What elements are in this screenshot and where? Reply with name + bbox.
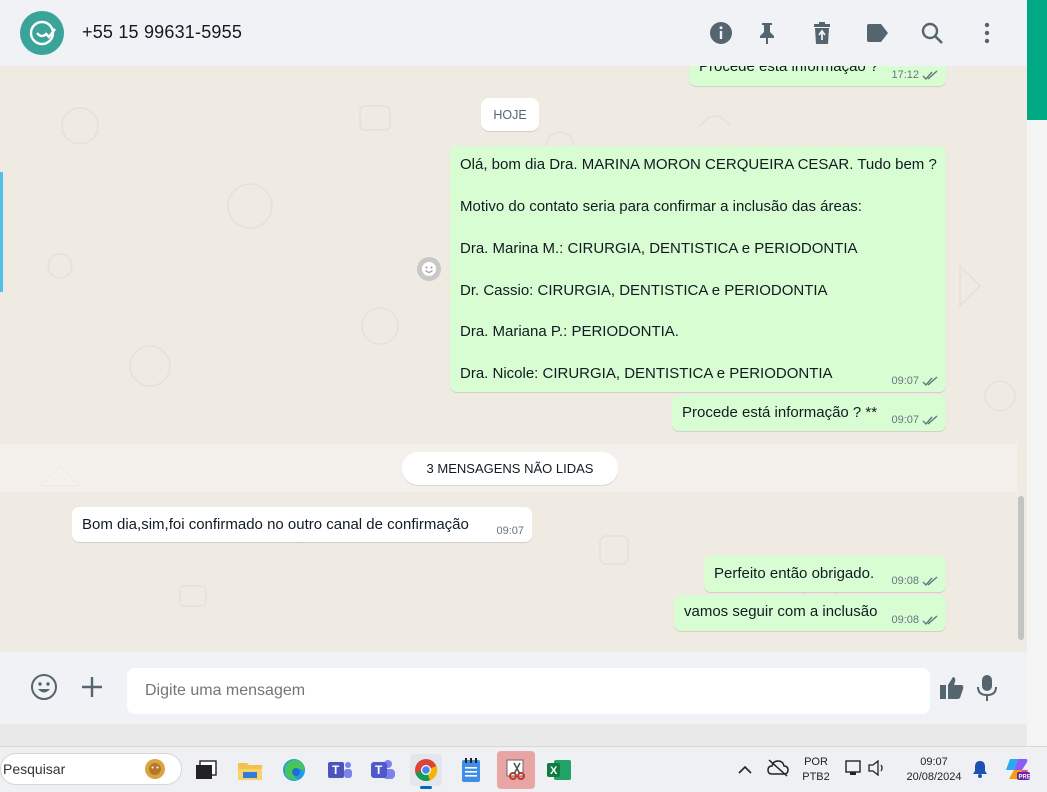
message-bubble-procede[interactable]: Procede está informação ? ** 09:07 — [672, 395, 946, 431]
snipping-tool-icon[interactable] — [497, 751, 535, 789]
chat-header: +55 15 99631-5955 — [0, 0, 1027, 66]
message-bubble-vamos[interactable]: vamos seguir com a inclusão 09:08 — [674, 595, 946, 631]
double-check-icon — [922, 575, 938, 586]
message-time: 09:07 — [891, 375, 919, 387]
clock-time: 09:07 — [920, 756, 948, 768]
chrome-icon[interactable] — [410, 754, 442, 789]
lang-line-1: POR — [804, 756, 828, 768]
clock[interactable]: 09:07 20/08/2024 — [896, 755, 972, 785]
notification-bell-icon[interactable] — [972, 760, 988, 783]
emoji-icon[interactable] — [30, 673, 58, 701]
message-text: Procede está informação ? — [699, 66, 879, 75]
message-text: vamos seguir com a inclusão — [684, 603, 878, 620]
windows-taskbar: Pesquisar T T X POR PTB2 09:07 20/08/202… — [0, 746, 1047, 792]
double-check-icon — [922, 69, 938, 80]
teams-new-icon[interactable]: T — [367, 754, 399, 786]
svg-text:X: X — [550, 765, 558, 777]
svg-text:PRE: PRE — [1019, 775, 1031, 781]
file-explorer-icon[interactable] — [234, 754, 266, 786]
message-text: Procede está informação ? ** — [682, 404, 878, 421]
active-app-indicator — [420, 786, 432, 789]
react-emoji-icon[interactable] — [417, 257, 441, 281]
label-icon[interactable] — [864, 20, 890, 46]
message-line-1: Olá, bom dia Dra. MARINA MORON CERQUEIRA… — [460, 156, 937, 173]
message-bubble-incoming[interactable]: Bom dia,sim,foi confirmado no outro cana… — [72, 507, 532, 542]
chat-area[interactable]: Procede está informação ? 17:12 HOJE Olá… — [0, 66, 1027, 652]
message-meta: 17:12 — [891, 69, 938, 81]
message-text: Perfeito então obrigado. — [714, 565, 875, 582]
task-view-icon[interactable] — [190, 754, 222, 786]
message-time: 09:08 — [891, 575, 919, 587]
whatsapp-window: +55 15 99631-5955 Procede está informaçã… — [0, 0, 1027, 724]
svg-text:T: T — [332, 763, 340, 777]
message-meta: 09:08 — [891, 575, 938, 587]
message-time: 09:07 — [496, 525, 524, 537]
thumbs-up-icon[interactable] — [938, 674, 966, 702]
message-bubble-long[interactable]: Olá, bom dia Dra. MARINA MORON CERQUEIRA… — [450, 146, 946, 392]
right-gutter — [1027, 120, 1047, 746]
message-line-6: Dra. Nicole: CIRURGIA, DENTISTICA e PERI… — [460, 365, 833, 382]
search-icon[interactable] — [919, 20, 945, 46]
message-line-5: Dra. Mariana P.: PERIODONTIA. — [460, 323, 679, 340]
attach-plus-icon[interactable] — [80, 675, 104, 699]
message-meta: 09:07 — [891, 375, 938, 387]
notepad-icon[interactable] — [455, 754, 487, 786]
message-bubble-previous[interactable]: Procede está informação ? 17:12 — [689, 66, 946, 86]
network-icon[interactable] — [844, 759, 862, 782]
pin-icon[interactable] — [754, 20, 780, 46]
contact-avatar[interactable] — [20, 11, 64, 55]
teams-icon[interactable]: T — [324, 754, 356, 786]
message-meta: 09:07 — [891, 414, 938, 426]
volume-icon[interactable] — [868, 759, 886, 781]
clock-date: 20/08/2024 — [906, 771, 962, 783]
double-check-icon — [922, 375, 938, 386]
taskbar-search-placeholder: Pesquisar — [3, 761, 66, 777]
search-highlight-icon — [142, 757, 168, 784]
edge-browser-icon[interactable] — [278, 754, 310, 786]
message-input[interactable] — [127, 668, 930, 714]
message-line-2: Motivo do contato seria para confirmar a… — [460, 198, 862, 215]
microphone-icon[interactable] — [976, 674, 998, 702]
double-check-icon — [922, 614, 938, 625]
side-accent-strip — [1027, 0, 1047, 120]
message-composer — [0, 652, 1027, 724]
message-line-3: Dra. Marina M.: CIRURGIA, DENTISTICA e P… — [460, 240, 858, 257]
lang-line-2: PTB2 — [802, 771, 830, 783]
copilot-icon[interactable]: PRE — [1004, 756, 1031, 787]
message-time: 09:08 — [891, 614, 919, 626]
message-bubble-perfeito[interactable]: Perfeito então obrigado. 09:08 — [704, 556, 946, 592]
message-meta: 09:08 — [891, 614, 938, 626]
chat-scrollbar-thumb[interactable] — [1018, 496, 1024, 640]
message-line-4: Dr. Cassio: CIRURGIA, DENTISTICA e PERIO… — [460, 282, 828, 299]
avatar-logo-icon — [29, 20, 56, 46]
date-chip: HOJE — [481, 98, 539, 131]
svg-text:T: T — [375, 763, 383, 777]
cloud-offline-icon[interactable] — [767, 759, 789, 782]
unread-messages-chip: 3 MENSAGENS NÃO LIDAS — [402, 452, 618, 485]
message-text: Bom dia,sim,foi confirmado no outro cana… — [82, 516, 469, 533]
left-selection-accent — [0, 172, 3, 292]
message-time: 09:07 — [891, 414, 919, 426]
menu-icon[interactable] — [974, 20, 1000, 46]
message-time: 17:12 — [891, 69, 919, 81]
tray-overflow-chevron-icon[interactable] — [738, 762, 752, 780]
contact-name[interactable]: +55 15 99631-5955 — [82, 22, 242, 43]
excel-icon[interactable]: X — [543, 754, 575, 786]
info-icon[interactable] — [708, 20, 734, 46]
delete-icon[interactable] — [809, 20, 835, 46]
message-meta: 09:07 — [496, 525, 524, 537]
taskbar-search[interactable]: Pesquisar — [0, 753, 182, 785]
double-check-icon — [922, 414, 938, 425]
input-language[interactable]: POR PTB2 — [800, 755, 832, 785]
